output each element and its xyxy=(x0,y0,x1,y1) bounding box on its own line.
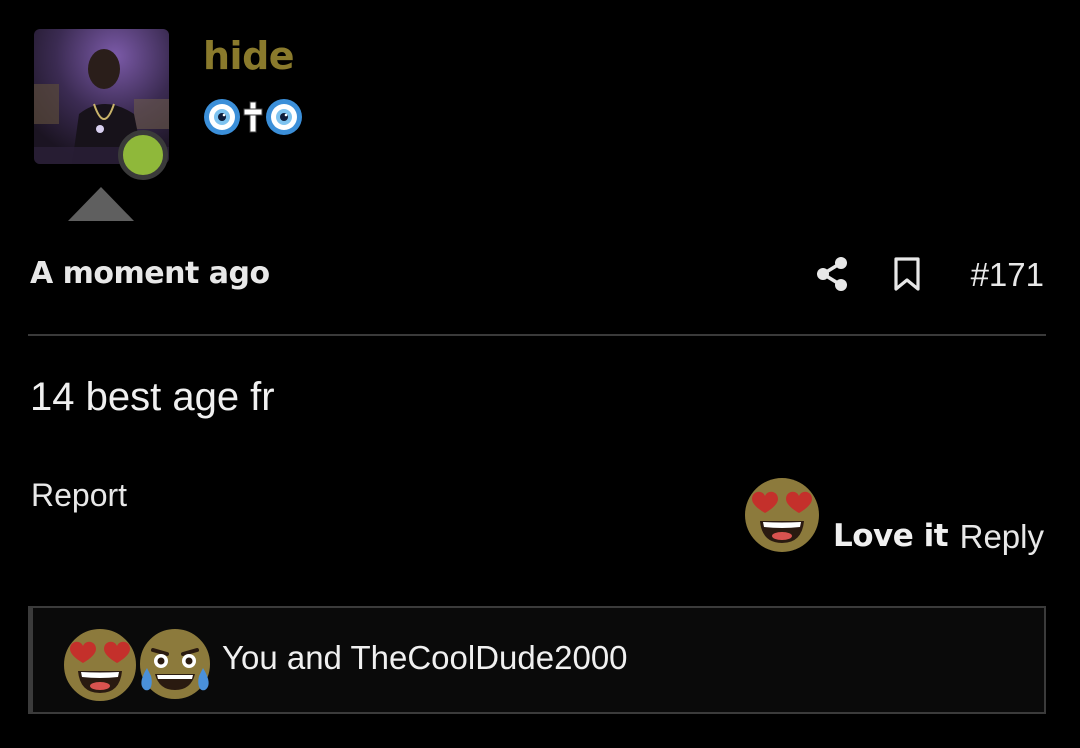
tears-of-joy-emoji-icon xyxy=(135,624,215,704)
post-number-link[interactable]: #171 xyxy=(971,256,1044,294)
heart-eyes-emoji-icon[interactable] xyxy=(744,477,820,553)
latin-cross-icon xyxy=(243,98,263,141)
author-username[interactable]: hide xyxy=(203,34,295,78)
bookmark-icon[interactable] xyxy=(892,256,922,292)
post-timestamp[interactable]: A moment ago xyxy=(30,256,270,291)
report-link[interactable]: Report xyxy=(31,477,127,514)
post-message: 14 best age fr xyxy=(30,375,275,419)
nazar-amulet-icon xyxy=(203,98,241,141)
post-pointer-arrow xyxy=(68,187,134,221)
reaction-love-button[interactable]: Love it xyxy=(833,518,949,554)
online-status-indicator xyxy=(118,130,168,180)
share-icon[interactable] xyxy=(814,256,850,292)
heart-eyes-emoji-icon xyxy=(62,627,138,703)
author-user-title xyxy=(203,98,303,141)
divider xyxy=(28,334,1046,336)
nazar-amulet-icon xyxy=(265,98,303,141)
reactions-summary-text[interactable]: You and TheCoolDude2000 xyxy=(222,639,628,677)
reply-link[interactable]: Reply xyxy=(960,518,1044,556)
post-container: hide A moment ago #171 14 best age fr Re… xyxy=(0,0,1080,748)
